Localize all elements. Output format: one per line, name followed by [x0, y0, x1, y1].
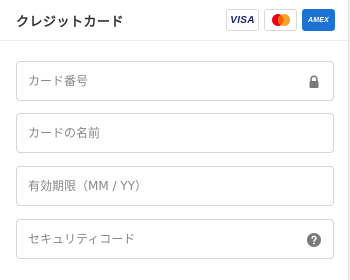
help-icon[interactable] [307, 233, 321, 247]
visa-logo-icon: VISA [226, 9, 259, 31]
amex-logo-icon: AMEX [302, 9, 335, 31]
form-header: クレジットカード VISA AMEX [0, 0, 349, 41]
expiry-field[interactable] [16, 166, 334, 206]
form-title: クレジットカード [16, 15, 125, 30]
mastercard-circles-icon [271, 14, 290, 26]
security-code-field[interactable] [16, 219, 334, 259]
card-number-input[interactable] [17, 62, 333, 100]
mastercard-logo-icon [264, 9, 297, 31]
card-brands: VISA AMEX [226, 9, 335, 31]
card-name-input[interactable] [17, 114, 333, 152]
expiry-input[interactable] [17, 167, 333, 205]
card-name-field[interactable] [16, 113, 334, 153]
card-number-field[interactable] [16, 61, 334, 101]
lock-icon [309, 75, 319, 88]
credit-card-form: クレジットカード VISA AMEX [0, 0, 349, 280]
security-code-input[interactable] [17, 220, 333, 258]
